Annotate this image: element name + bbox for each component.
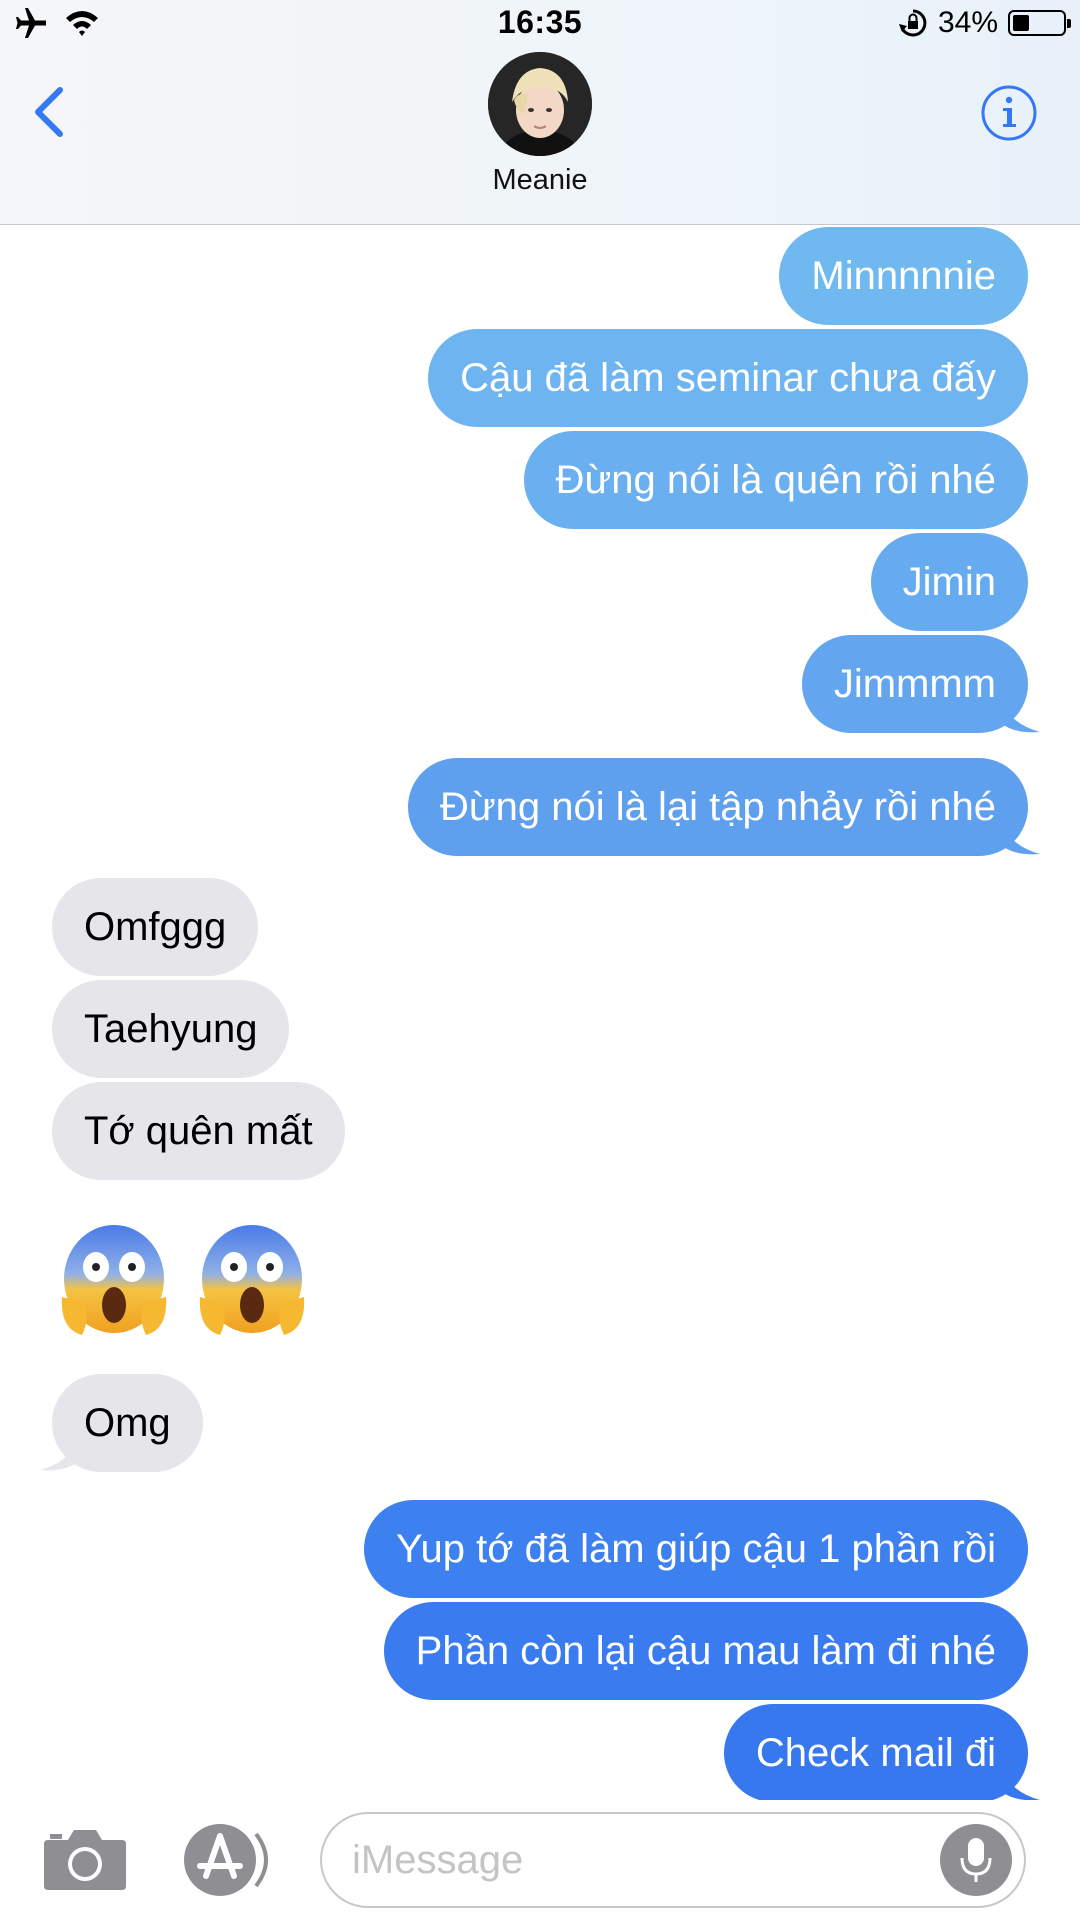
- message-bubble-outgoing[interactable]: Jimin: [870, 533, 1028, 631]
- bubble-tail: [1002, 1768, 1040, 1801]
- camera-button[interactable]: [42, 1826, 128, 1892]
- message-input[interactable]: iMessage: [320, 1812, 1026, 1908]
- battery-level: [1013, 15, 1029, 31]
- battery-percent: 34%: [937, 6, 998, 39]
- message-placeholder: iMessage: [352, 1838, 524, 1882]
- dictation-button[interactable]: [940, 1824, 1012, 1896]
- screaming-face-emoji: [199, 1225, 305, 1335]
- message-bubble-outgoing[interactable]: Minnnnnie: [779, 227, 1028, 325]
- battery-icon: [1008, 10, 1071, 36]
- app-store-icon: [184, 1824, 268, 1896]
- app-store-button[interactable]: [180, 1822, 276, 1898]
- message-bubble-outgoing[interactable]: Cậu đã làm seminar chưa đấy: [428, 329, 1028, 427]
- bubble-tail: [1002, 700, 1040, 733]
- camera-icon: [44, 1830, 126, 1890]
- message-bubble-outgoing[interactable]: Phần còn lại cậu mau làm đi nhé: [383, 1602, 1028, 1700]
- chevron-left-icon: [35, 87, 63, 137]
- composer-bar: iMessage: [0, 1800, 1080, 1920]
- message-bubble-outgoing[interactable]: Đừng nói là lại tập nhảy rồi nhé: [407, 758, 1028, 856]
- rotation-lock-icon: [898, 9, 927, 37]
- avatar-photo: [488, 52, 592, 156]
- message-bubble-outgoing[interactable]: Yup tớ đã làm giúp cậu 1 phần rồi: [364, 1500, 1028, 1598]
- emoji-message[interactable]: [54, 1219, 312, 1339]
- contact-name[interactable]: Meanie: [0, 164, 1080, 197]
- info-button[interactable]: [980, 84, 1038, 142]
- message-bubble-outgoing[interactable]: Jimmmm: [801, 635, 1028, 733]
- back-button[interactable]: [28, 82, 72, 142]
- message-bubble-incoming[interactable]: Tớ quên mất: [52, 1082, 345, 1180]
- message-bubble-outgoing[interactable]: Check mail đi: [723, 1704, 1028, 1802]
- bubble-tail: [40, 1438, 78, 1471]
- status-bar: 16:35 34%: [0, 0, 1080, 52]
- message-bubble-incoming[interactable]: Omfggg: [52, 878, 259, 976]
- bubble-tail: [1002, 822, 1040, 855]
- info-icon: [981, 85, 1037, 141]
- message-thread[interactable]: Minnnnnie Cậu đã làm seminar chưa đấy Đừ…: [0, 224, 1080, 1802]
- contact-avatar[interactable]: [488, 52, 592, 156]
- message-bubble-outgoing[interactable]: Đừng nói là quên rồi nhé: [523, 431, 1028, 529]
- message-bubble-incoming[interactable]: Taehyung: [52, 980, 290, 1078]
- microphone-icon: [960, 1838, 992, 1882]
- screaming-face-emoji: [61, 1225, 167, 1335]
